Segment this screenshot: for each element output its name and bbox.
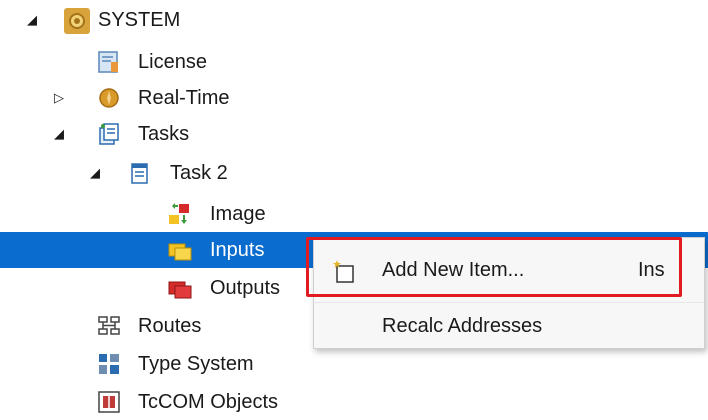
outputs-folder-icon bbox=[167, 276, 192, 300]
highlight-annotation-box bbox=[306, 237, 682, 297]
menu-item-label: Recalc Addresses bbox=[382, 315, 543, 337]
tree-item-tccom-objects[interactable]: TcCOM Objects bbox=[0, 384, 708, 420]
tree-item-system[interactable]: ◢ SYSTEM bbox=[0, 2, 708, 38]
tree-item-task2[interactable]: ◢ Task 2 bbox=[0, 155, 708, 191]
tree-item-license[interactable]: License bbox=[0, 44, 708, 80]
tree-item-label: Outputs bbox=[210, 277, 281, 299]
tree-item-realtime[interactable]: ▷ Real-Time bbox=[0, 80, 708, 116]
menu-separator bbox=[314, 302, 704, 303]
type-system-icon bbox=[97, 352, 121, 376]
tccom-objects-icon bbox=[97, 390, 121, 414]
tree-item-label: Real-Time bbox=[138, 87, 230, 109]
tree-item-image[interactable]: Image bbox=[0, 196, 708, 232]
tree-item-label: License bbox=[138, 51, 207, 73]
tree-item-label: Inputs bbox=[210, 239, 265, 261]
tree-item-label: Task 2 bbox=[170, 162, 228, 184]
collapse-arrow-icon[interactable]: ◢ bbox=[88, 164, 102, 182]
routes-icon bbox=[97, 314, 121, 338]
task-icon bbox=[128, 161, 152, 185]
realtime-clock-icon bbox=[97, 86, 121, 110]
image-process-icon bbox=[167, 202, 191, 226]
tree-item-tasks[interactable]: ◢ Tasks bbox=[0, 116, 708, 152]
inputs-folder-icon bbox=[167, 238, 192, 262]
tree-item-label: TcCOM Objects bbox=[138, 391, 279, 413]
collapse-arrow-icon[interactable]: ◢ bbox=[52, 125, 66, 143]
tree-item-label: Routes bbox=[138, 315, 202, 337]
tasks-icon bbox=[97, 122, 121, 146]
expand-arrow-icon[interactable]: ▷ bbox=[52, 89, 66, 107]
tree-item-type-system[interactable]: Type System bbox=[0, 346, 708, 382]
license-certificate-icon bbox=[97, 50, 121, 74]
solution-tree: ◢ SYSTEM License ▷ Real-Time ◢ Tasks ◢ T… bbox=[0, 0, 708, 416]
tree-item-label: Type System bbox=[138, 353, 254, 375]
tree-item-label: Image bbox=[210, 203, 266, 225]
collapse-arrow-icon[interactable]: ◢ bbox=[25, 11, 39, 29]
tree-item-label: SYSTEM bbox=[98, 9, 181, 31]
system-gear-icon bbox=[64, 8, 90, 34]
tree-item-label: Tasks bbox=[138, 123, 190, 145]
menu-item-recalc-addresses[interactable]: Recalc Addresses bbox=[314, 304, 704, 348]
